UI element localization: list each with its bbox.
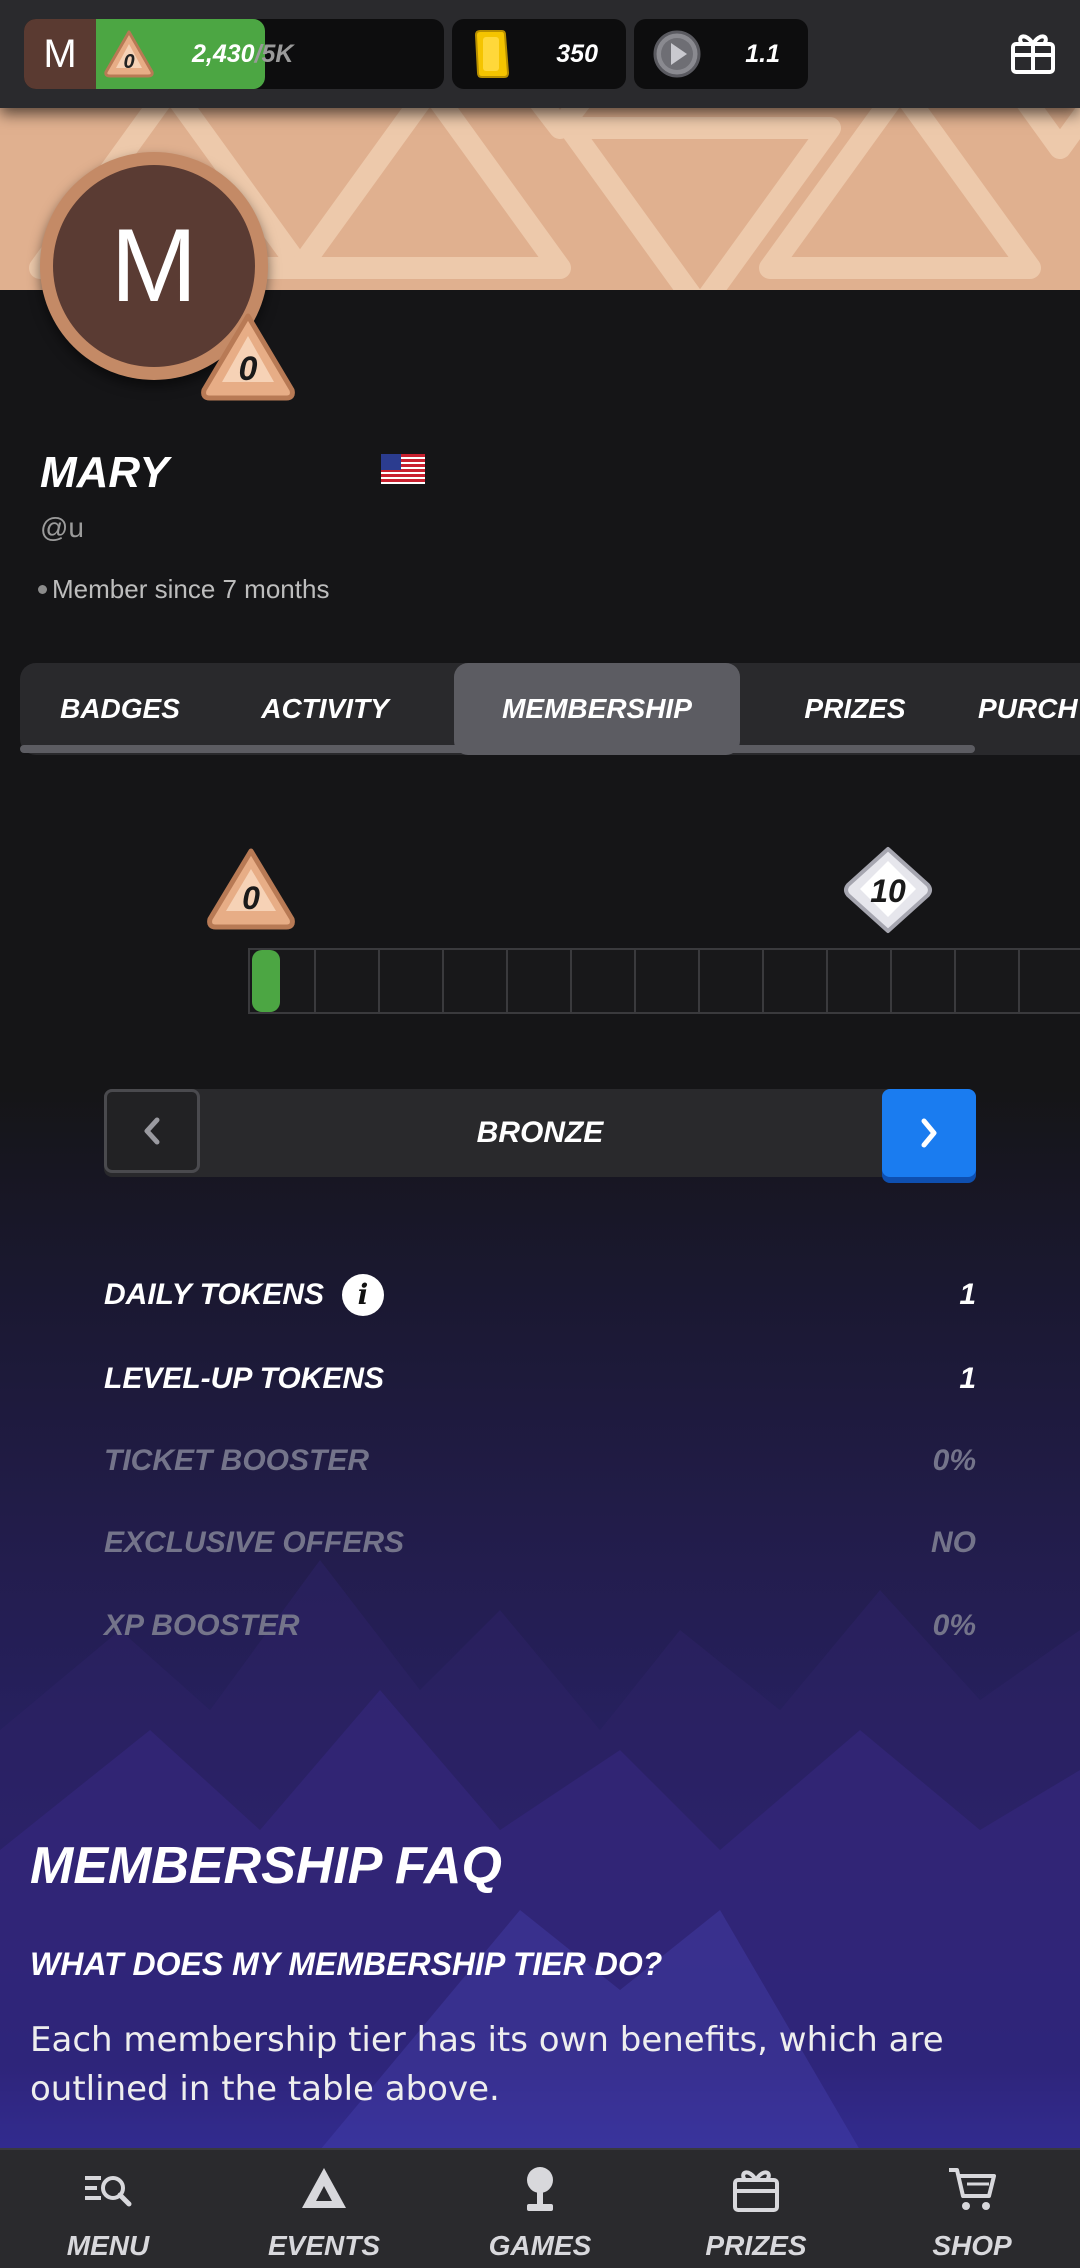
level-badge-icon: 0 [104,30,154,78]
bullet-dot [38,584,47,594]
tier-name: BRONZE [476,1116,604,1149]
track-segment-divider [442,950,444,1012]
bottom-navigation: MENU EVENTS GAMES PRIZES SHOP [0,2148,1080,2268]
track-segment-divider [826,950,828,1012]
coins-pill[interactable]: 1.1 [634,19,808,89]
profile-handle: @u [40,512,84,543]
benefit-value: 1 [959,1278,976,1311]
top-bar: M 0 2,430/5K 350 1.1 [0,0,1080,108]
tab-membership[interactable]: MEMBERSHIP [454,663,740,755]
nav-label: SHOP [932,2230,1012,2261]
nav-prizes[interactable]: PRIZES [648,2150,864,2268]
prize-box-icon [733,2170,779,2212]
nav-label: EVENTS [267,2230,381,2261]
tickets-pill[interactable]: 350 [452,19,626,89]
coins-count: 1.1 [745,40,780,68]
ticket-icon [474,30,510,78]
benefit-exclusive-offers: EXCLUSIVE OFFERS NO [104,1526,976,1572]
benefit-daily-tokens: DAILY TOKENS i 1 [104,1274,976,1324]
joystick-icon [527,2167,553,2211]
xp-max: /5K [254,40,294,68]
benefit-value: 1 [959,1362,976,1395]
xp-current: 2,430 [192,40,255,68]
cart-icon [949,2168,996,2210]
next-tier-button[interactable] [882,1089,976,1177]
tabs-scrollbar[interactable] [20,745,975,753]
gift-icon[interactable] [1008,28,1058,78]
track-start-level: 0 [242,880,260,916]
track-segment-divider [634,950,636,1012]
chevron-left-icon [144,1117,160,1145]
track-segment-divider [570,950,572,1012]
benefit-xp-booster: XP BOOSTER 0% [104,1609,976,1655]
coin-icon [653,30,701,78]
faq-question: WHAT DOES MY MEMBERSHIP TIER DO? [30,1946,663,1982]
benefit-label: LEVEL-UP TOKENS [104,1362,385,1395]
track-segment-divider [314,950,316,1012]
nav-menu[interactable]: MENU [0,2150,216,2268]
benefit-value: NO [931,1526,976,1559]
tab-prizes[interactable]: PRIZES [750,663,960,755]
nav-games[interactable]: GAMES [432,2150,648,2268]
nav-label: GAMES [488,2230,592,2261]
info-icon[interactable]: i [342,1274,384,1316]
nav-label: MENU [66,2230,150,2261]
track-next-level: 10 [870,873,906,909]
track-segment-divider [506,950,508,1012]
tickets-count: 350 [556,40,598,68]
track-segment-divider [762,950,764,1012]
nav-events[interactable]: EVENTS [216,2150,432,2268]
mini-avatar[interactable]: M [24,19,96,89]
level-badge-icon: 0 [201,313,295,401]
tab-badges[interactable]: BADGES [20,663,220,755]
benefit-label: EXCLUSIVE OFFERS [104,1526,405,1559]
xp-progress-pill[interactable]: M 0 2,430/5K [24,19,444,89]
benefit-label: XP BOOSTER [104,1609,300,1642]
track-segment-divider [890,950,892,1012]
previous-tier-button[interactable] [104,1089,200,1173]
benefit-label: DAILY TOKENS [104,1278,325,1311]
us-flag-icon [381,454,425,484]
tab-purchases[interactable]: PURCH [978,663,1080,755]
next-level-badge-icon: 10 [844,847,932,933]
benefit-value: 0% [932,1444,976,1477]
track-segment-divider [698,950,700,1012]
triangle-icon [302,2168,346,2208]
faq-title: MEMBERSHIP FAQ [30,1837,502,1895]
nav-label: PRIZES [705,2230,807,2261]
profile-level-number: 0 [239,350,258,388]
profile-tabs: BADGES ACTIVITY MEMBERSHIP PRIZES PURCH [20,663,1080,755]
level-progress-track [248,948,1080,1014]
track-segment-divider [378,950,380,1012]
level-badge-number: 0 [123,51,134,73]
menu-search-icon [85,2176,132,2207]
current-level-badge-icon: 0 [207,848,295,930]
track-segment-divider [1018,950,1020,1012]
member-since-text: Member since 7 months [52,574,330,604]
benefit-value: 0% [932,1609,976,1642]
track-segment-divider [954,950,956,1012]
benefit-label: TICKET BOOSTER [104,1444,370,1477]
benefit-ticket-booster: TICKET BOOSTER 0% [104,1444,976,1490]
member-since: Member since 7 months [38,574,329,605]
benefit-level-up-tokens: LEVEL-UP TOKENS 1 [104,1362,976,1408]
xp-counter: 2,430/5K [192,19,293,89]
tab-activity[interactable]: ACTIVITY [225,663,425,755]
level-progress-fill [252,950,280,1012]
profile-name: MARY [40,448,169,497]
chevron-right-icon [921,1118,937,1148]
faq-answer: Each membership tier has its own benefit… [30,2020,944,2109]
nav-shop[interactable]: SHOP [864,2150,1080,2268]
